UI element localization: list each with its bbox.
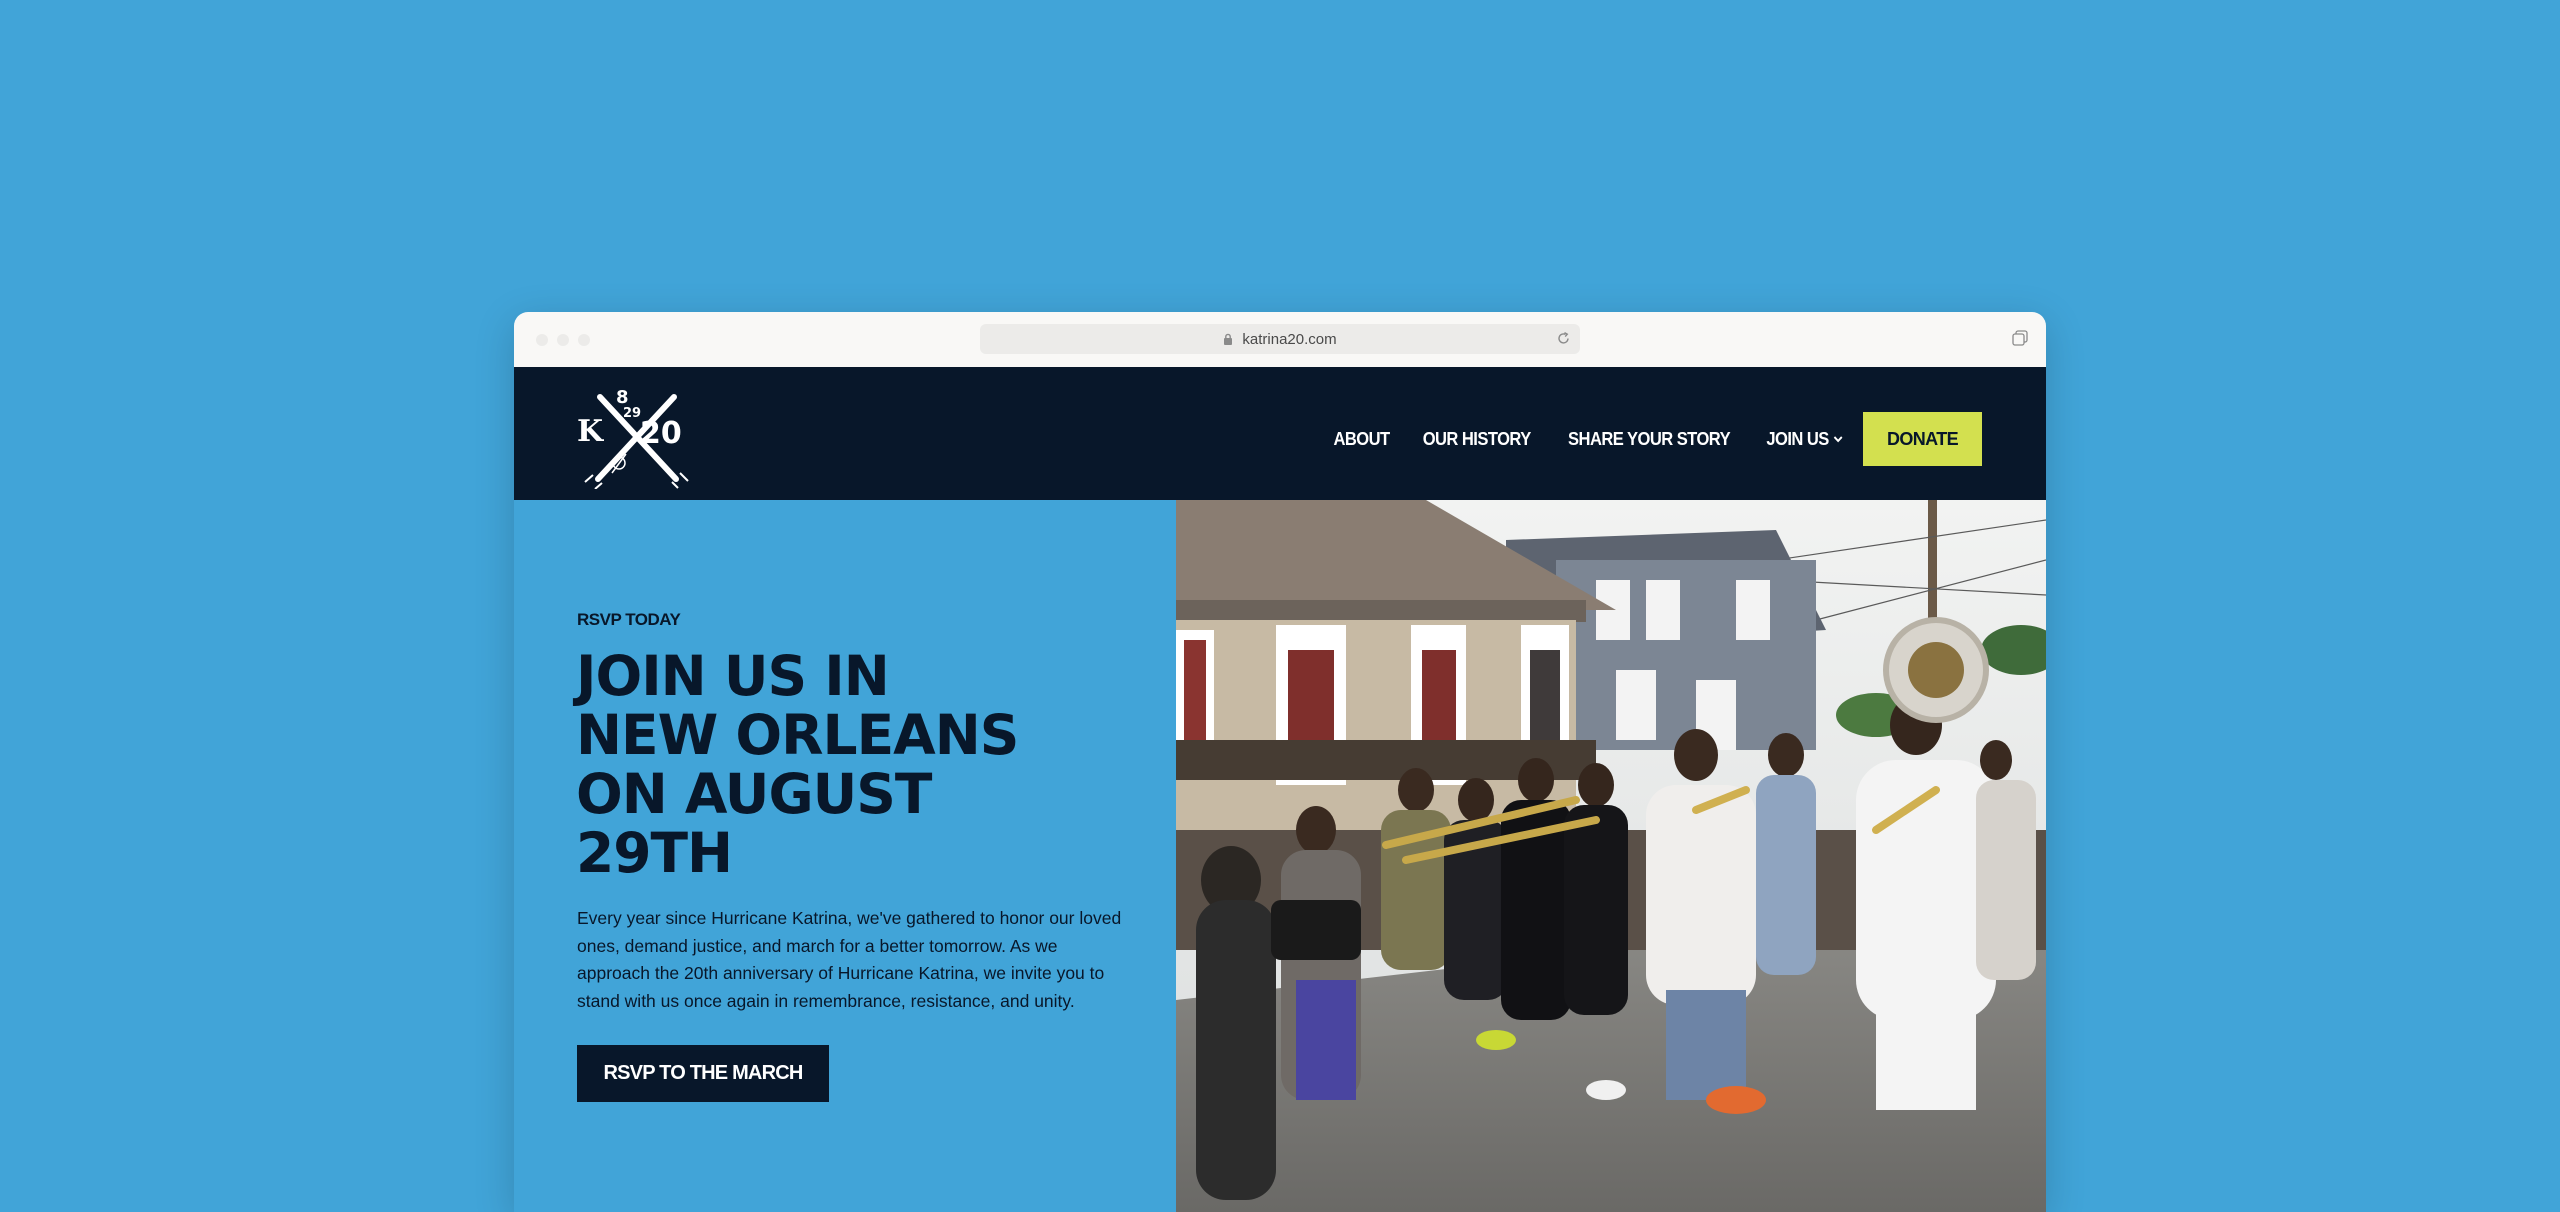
svg-text:K: K: [577, 414, 604, 449]
nav-share-your-story[interactable]: SHARE YOUR STORY: [1568, 429, 1731, 450]
headline-line: 29TH: [576, 821, 733, 885]
site-header: 8 29 K 20 ABOUT OUR HISTORY SHARE YOUR S…: [514, 367, 2046, 500]
hero-content: RSVP TODAY JOIN US IN NEW ORLEANS ON AUG…: [514, 500, 1176, 1212]
reload-icon[interactable]: [1555, 330, 1572, 347]
headline-line: JOIN US IN: [576, 644, 890, 708]
window-controls: [536, 334, 590, 346]
brass-band-parade-image: [1176, 500, 2046, 1212]
chevron-down-icon: [1833, 436, 1843, 443]
hero-section: RSVP TODAY JOIN US IN NEW ORLEANS ON AUG…: [514, 500, 2046, 1212]
address-bar-url: katrina20.com: [1242, 330, 1337, 348]
main-navigation: ABOUT OUR HISTORY SHARE YOUR STORY JOIN …: [1331, 412, 1982, 466]
hero-description: Every year since Hurricane Katrina, we'v…: [577, 908, 1122, 1011]
rsvp-to-the-march-button[interactable]: RSVP TO THE MARCH: [577, 1045, 829, 1102]
minimize-window-button[interactable]: [557, 334, 569, 346]
hero-photo: [1176, 500, 2046, 1212]
svg-text:8: 8: [616, 387, 629, 408]
svg-text:20: 20: [640, 416, 682, 451]
close-window-button[interactable]: [536, 334, 548, 346]
nav-join-us[interactable]: JOIN US: [1767, 429, 1844, 450]
address-bar[interactable]: katrina20.com: [980, 324, 1580, 354]
tab-overview-icon[interactable]: [2011, 329, 2029, 347]
browser-toolbar: katrina20.com: [514, 312, 2046, 367]
k20-logo-icon: 8 29 K 20: [577, 387, 689, 490]
zoom-window-button[interactable]: [578, 334, 590, 346]
headline-line: ON AUGUST: [576, 762, 932, 826]
site-logo[interactable]: 8 29 K 20: [576, 383, 696, 494]
nav-about[interactable]: ABOUT: [1333, 429, 1390, 450]
nav-join-us-label: JOIN US: [1766, 428, 1830, 449]
headline-line: NEW ORLEANS: [576, 703, 1019, 767]
nav-our-history[interactable]: OUR HISTORY: [1422, 429, 1531, 450]
svg-text:29: 29: [623, 406, 641, 421]
browser-window: katrina20.com 8 29 K 20 ABOUT OUR HISTOR…: [514, 312, 2046, 1212]
hero-headline: JOIN US IN NEW ORLEANS ON AUGUST 29TH: [576, 647, 1166, 883]
donate-button[interactable]: DONATE: [1863, 412, 1982, 466]
hero-eyebrow: RSVP TODAY: [577, 610, 681, 629]
lock-icon: [1224, 333, 1233, 345]
